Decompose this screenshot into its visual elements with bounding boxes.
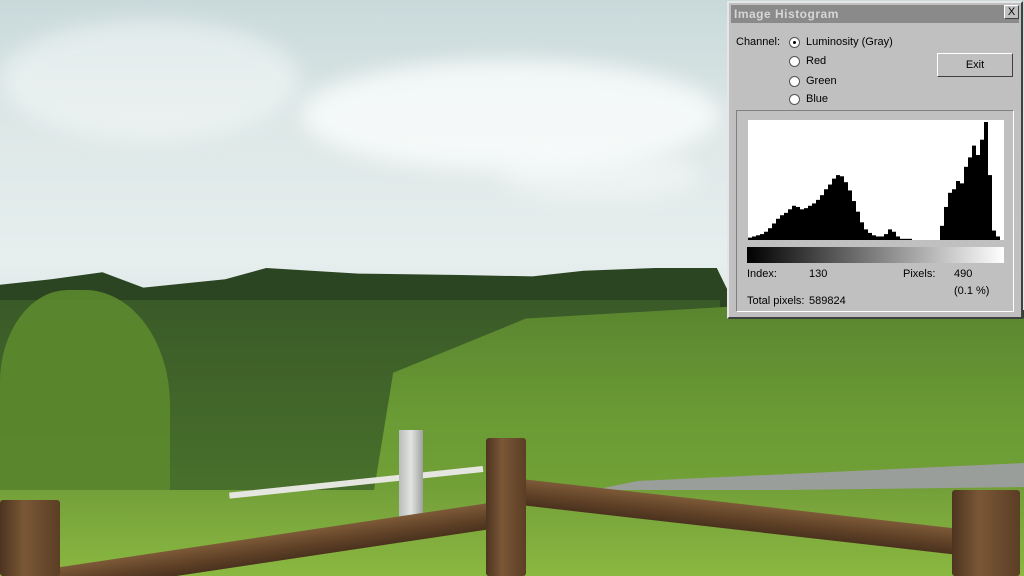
- histogram-bar: [788, 209, 792, 240]
- histogram-bar: [820, 195, 824, 240]
- histogram-bar: [996, 236, 1000, 240]
- fence-post-right: [952, 490, 1020, 576]
- histogram-bar: [964, 166, 968, 240]
- histogram-bar: [856, 211, 860, 240]
- histogram-bar: [968, 157, 972, 240]
- radio-unchecked-icon: [789, 55, 800, 67]
- pixels-value: 490: [954, 268, 973, 280]
- radio-luminosity[interactable]: Luminosity (Gray): [789, 36, 893, 48]
- histogram-bar: [748, 237, 752, 240]
- histogram-bar: [976, 155, 980, 240]
- histogram-bar: [804, 208, 808, 240]
- histogram-bar: [864, 229, 868, 240]
- histogram-bar: [872, 235, 876, 240]
- fence-post-left: [0, 500, 60, 576]
- histogram-bar: [768, 228, 772, 240]
- close-button[interactable]: X: [1004, 5, 1019, 19]
- histogram-bar: [776, 218, 780, 240]
- histogram-bar: [892, 231, 896, 240]
- histogram-bar: [780, 215, 784, 240]
- radio-green[interactable]: Green: [789, 75, 837, 87]
- total-pixels-label: Total pixels:: [747, 295, 805, 307]
- histogram-bar: [816, 199, 820, 240]
- fence-post-center: [486, 438, 526, 576]
- radio-label: Blue: [806, 93, 829, 105]
- histogram-bar: [844, 182, 848, 240]
- index-label: Index:: [747, 268, 777, 280]
- histogram-bar: [832, 178, 836, 240]
- histogram-bar: [800, 209, 804, 240]
- histogram-bar: [956, 181, 960, 240]
- histogram-bar: [796, 206, 800, 240]
- radio-unchecked-icon: [789, 93, 800, 105]
- histogram-bar: [756, 235, 760, 240]
- pixels-percent: (0.1 %): [954, 285, 990, 297]
- histogram-bar: [808, 205, 812, 240]
- histogram-bar: [764, 231, 768, 240]
- histogram-bar: [860, 222, 864, 240]
- histogram-bar: [784, 212, 788, 240]
- radio-unchecked-icon: [789, 75, 800, 87]
- histogram-bar: [876, 236, 880, 240]
- histogram-bar: [984, 122, 988, 240]
- histogram-bar: [760, 234, 764, 240]
- radio-blue[interactable]: Blue: [789, 93, 828, 105]
- histogram-plot[interactable]: [748, 120, 1004, 240]
- exit-button[interactable]: Exit: [937, 53, 1013, 77]
- histogram-bar: [848, 190, 852, 240]
- index-value: 130: [809, 268, 828, 280]
- total-pixels-value: 589824: [809, 295, 846, 307]
- image-histogram-dialog: Image Histogram X Channel: Luminosity (G…: [727, 1, 1023, 319]
- histogram-bar: [948, 192, 952, 240]
- histogram-bar: [904, 238, 908, 240]
- histogram-bar: [792, 205, 796, 240]
- channel-label: Channel:: [736, 36, 781, 48]
- histogram-bar: [852, 201, 856, 240]
- foreground-tree: [0, 290, 170, 520]
- histogram-bar: [980, 139, 984, 240]
- histogram-bar: [880, 236, 884, 240]
- histogram-bar: [824, 189, 828, 240]
- histogram-bar: [940, 225, 944, 240]
- histogram-bar: [812, 203, 816, 240]
- pixels-label: Pixels:: [903, 268, 936, 280]
- histogram-bar: [840, 176, 844, 240]
- histogram-bar: [992, 230, 996, 240]
- radio-label: Luminosity (Gray): [806, 36, 893, 48]
- radio-label: Green: [806, 75, 837, 87]
- histogram-bar: [988, 175, 992, 240]
- histogram-bar: [908, 238, 912, 240]
- dialog-title: Image Histogram: [731, 5, 1019, 23]
- radio-checked-icon: [789, 36, 800, 48]
- histogram-bar: [868, 232, 872, 240]
- histogram-bar: [944, 206, 948, 240]
- histogram-bar: [900, 238, 904, 240]
- histogram-bar: [896, 236, 900, 240]
- gray-ramp: [747, 247, 1004, 263]
- radio-label: Red: [806, 55, 827, 67]
- histogram-bar: [884, 234, 888, 240]
- histogram-bar: [960, 183, 964, 240]
- histogram-bar: [836, 175, 840, 240]
- histogram-bar: [888, 229, 892, 240]
- histogram-bar: [952, 189, 956, 240]
- histogram-bar: [972, 145, 976, 240]
- histogram-bar: [828, 184, 832, 240]
- histogram-panel: Index: 130 Pixels: 490 (0.1 %) Total pix…: [736, 110, 1014, 312]
- radio-red[interactable]: Red: [789, 55, 826, 67]
- histogram-bar: [752, 236, 756, 240]
- histogram-bar: [772, 223, 776, 240]
